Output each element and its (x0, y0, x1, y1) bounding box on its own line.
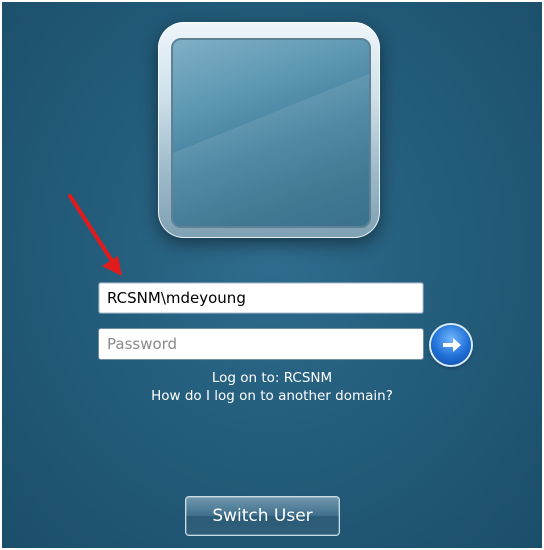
switch-user-button[interactable]: Switch User (185, 496, 340, 536)
red-arrow-annotation (68, 194, 122, 276)
user-tile (152, 18, 390, 242)
submit-button[interactable] (431, 325, 471, 365)
user-tile-frame (158, 22, 380, 238)
other-domain-link[interactable]: How do I log on to another domain? (2, 388, 542, 404)
user-tile-icon (171, 38, 371, 228)
logon-domain-text: Log on to: RCSNM (211, 370, 333, 386)
password-field[interactable] (98, 328, 424, 360)
username-field[interactable] (98, 282, 424, 314)
logon-screen: Log on to: RCSNM How do I log on to anot… (2, 2, 542, 548)
arrow-right-icon (443, 338, 461, 352)
